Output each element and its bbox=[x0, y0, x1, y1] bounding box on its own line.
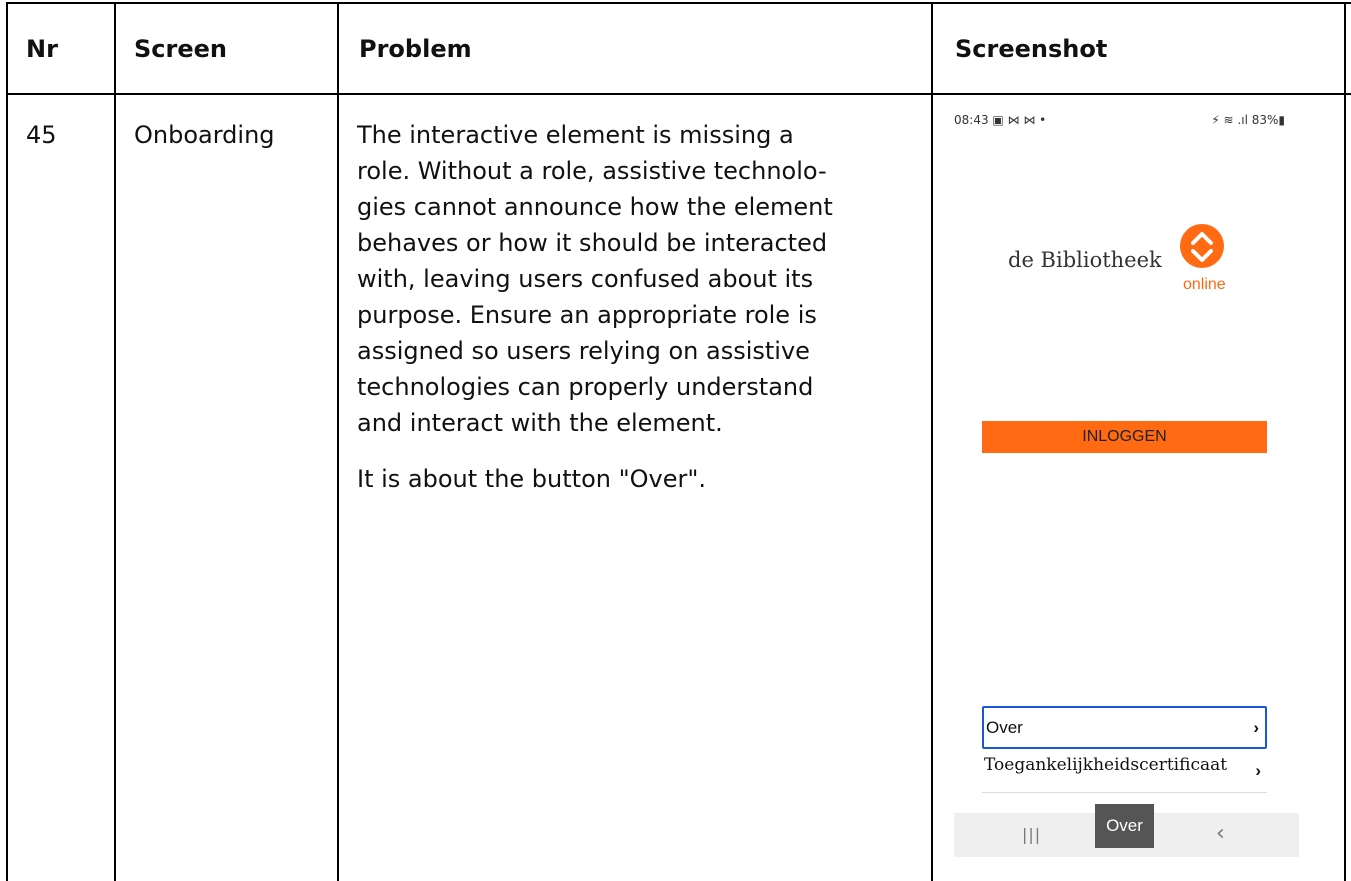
col-border-problem bbox=[931, 2, 933, 881]
problem-line: purpose. Ensure an appropriate role is bbox=[357, 301, 817, 329]
status-indicators: ⚡ ≋ .ıl 83%▮ bbox=[1211, 113, 1285, 127]
col-border-nr bbox=[114, 2, 116, 881]
problem-line: assigned so users relying on assistive bbox=[357, 337, 810, 365]
menu-item-over-label: Over bbox=[986, 718, 1023, 737]
problem-line: technologies can properly understand bbox=[357, 373, 814, 401]
cell-nr: 45 bbox=[26, 121, 57, 149]
login-button[interactable]: INLOGGEN bbox=[982, 421, 1267, 453]
app-screenshot: 08:43 ▣ ⋈ ⋈ • ⚡ ≋ .ıl 83%▮ de Bibliothee… bbox=[954, 103, 1299, 857]
back-icon[interactable]: ‹ bbox=[1216, 821, 1225, 846]
problem-line: with, leaving users confused about its bbox=[357, 265, 814, 293]
logo-subtext: online bbox=[1183, 276, 1226, 293]
col-border-screen bbox=[337, 2, 339, 881]
col-border-left bbox=[6, 2, 8, 881]
bibliotheek-logo-icon bbox=[1180, 224, 1224, 268]
header-bottom-border bbox=[6, 93, 1351, 95]
header-screen: Screen bbox=[134, 35, 227, 63]
menu-item-over[interactable]: Over › bbox=[982, 706, 1267, 749]
col-border-right bbox=[1344, 2, 1346, 881]
problem-line: and interact with the element. bbox=[357, 409, 723, 437]
status-time: 08:43 ▣ ⋈ ⋈ • bbox=[954, 113, 1047, 127]
header-problem: Problem bbox=[359, 35, 472, 63]
cell-screen: Onboarding bbox=[134, 121, 275, 149]
header-nr: Nr bbox=[26, 35, 58, 63]
problem-line: behaves or how it should be interacted bbox=[357, 229, 828, 257]
chevron-right-icon: › bbox=[1253, 718, 1259, 737]
chevron-right-icon: › bbox=[1255, 761, 1261, 780]
menu-item-toeg-label: Toegankelijkheidscertificaat bbox=[984, 755, 1228, 775]
menu-item-toegankelijkheidscertificaat[interactable]: Toegankelijkheidscertificaat › bbox=[982, 748, 1267, 793]
table-top-border bbox=[6, 2, 1351, 4]
logo-text: de Bibliotheek bbox=[1008, 248, 1162, 272]
problem-line: gies cannot announce how the element bbox=[357, 193, 833, 221]
cell-problem: The interactive element is missing a rol… bbox=[357, 117, 922, 497]
over-tooltip: Over bbox=[1095, 804, 1154, 848]
problem-note: It is about the button "Over". bbox=[357, 465, 707, 493]
header-screenshot: Screenshot bbox=[955, 35, 1108, 63]
recent-apps-icon[interactable]: ||| bbox=[1022, 825, 1041, 844]
problem-line: role. Without a role, assistive technolo… bbox=[357, 157, 827, 185]
problem-line: The interactive element is missing a bbox=[357, 121, 794, 149]
bibliotheek-logo: de Bibliotheek online bbox=[954, 221, 1299, 301]
